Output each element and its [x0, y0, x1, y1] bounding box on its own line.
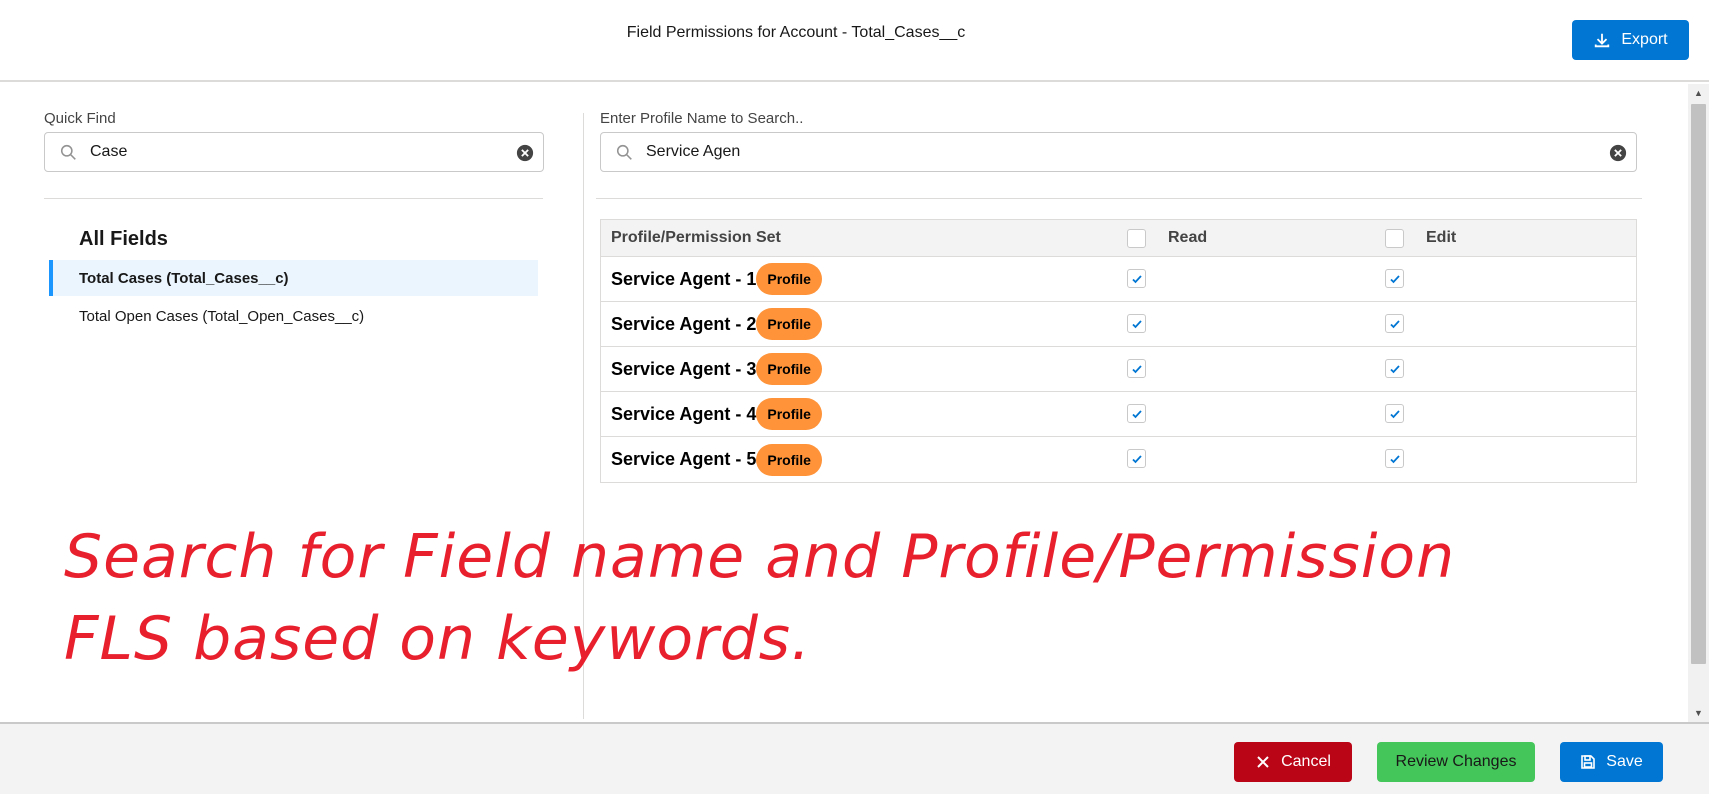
table-header: Profile/Permission Set Read Edit [601, 220, 1636, 257]
column-header-profile: Profile/Permission Set [611, 229, 781, 246]
check-icon [1389, 274, 1400, 283]
profile-name: Service Agent - 4 Profile [611, 392, 822, 436]
edit-checkbox[interactable] [1385, 314, 1404, 333]
profile-name-text: Service Agent - 2 [611, 313, 757, 334]
profile-name: Service Agent - 3 Profile [611, 347, 822, 391]
quick-find-input[interactable] [90, 143, 489, 161]
check-icon [1131, 319, 1142, 328]
check-icon [1131, 454, 1142, 463]
profile-badge: Profile [756, 263, 822, 295]
scroll-thumb[interactable] [1691, 104, 1706, 664]
quick-find-box[interactable] [44, 132, 544, 172]
edit-checkbox[interactable] [1385, 404, 1404, 423]
profile-search-label: Enter Profile Name to Search.. [600, 110, 804, 127]
profile-name: Service Agent - 2 Profile [611, 302, 822, 346]
field-item-total-cases[interactable]: Total Cases (Total_Cases__c) [49, 260, 538, 296]
profile-badge: Profile [756, 443, 822, 476]
edit-checkbox[interactable] [1385, 359, 1404, 378]
annotation-line-2: FLS based on keywords. [64, 604, 812, 674]
profile-search-input[interactable] [646, 143, 1474, 161]
save-icon [1581, 755, 1596, 769]
field-search-panel: Quick Find [44, 110, 544, 172]
check-icon [1131, 274, 1142, 283]
modal-footer: Cancel Review Changes Save [0, 722, 1709, 794]
annotation-line-1: Search for Field name and Profile/Permis… [64, 522, 1456, 592]
profile-name-text: Service Agent - 5 [611, 449, 757, 469]
close-icon [1257, 756, 1269, 768]
divider [596, 198, 1642, 199]
search-icon [60, 144, 76, 160]
profile-name: Service Agent - 5 Profile [611, 437, 822, 482]
cancel-label: Cancel [1281, 753, 1331, 770]
quick-find-label: Quick Find [44, 110, 116, 127]
review-changes-label: Review Changes [1395, 753, 1517, 770]
column-header-edit: Edit [1426, 229, 1457, 246]
read-checkbox[interactable] [1127, 314, 1146, 333]
scrollbar[interactable]: ▲ ▼ [1688, 84, 1709, 722]
table-row: Service Agent - 2 Profile [601, 302, 1636, 347]
profile-name-text: Service Agent - 4 [611, 403, 757, 424]
cancel-button[interactable]: Cancel [1234, 742, 1352, 782]
column-header-read: Read [1168, 229, 1208, 246]
clear-icon[interactable] [1609, 144, 1627, 162]
table-row: Service Agent - 5 Profile [601, 437, 1636, 482]
review-changes-button[interactable]: Review Changes [1377, 742, 1535, 782]
clear-icon[interactable] [516, 144, 534, 162]
search-icon [616, 144, 632, 160]
select-all-edit-checkbox[interactable] [1385, 229, 1404, 248]
select-all-read-checkbox[interactable] [1127, 229, 1146, 248]
tutorial-annotation: Search for Field name and Profile/Permis… [64, 516, 1464, 680]
check-icon [1389, 454, 1400, 463]
profile-name-text: Service Agent - 3 [611, 358, 757, 379]
scroll-up-arrow-icon[interactable]: ▲ [1688, 84, 1709, 102]
divider [44, 198, 543, 199]
check-icon [1131, 409, 1142, 418]
page-title: Field Permissions for Account - Total_Ca… [626, 24, 966, 41]
check-icon [1389, 409, 1400, 418]
profile-badge: Profile [756, 398, 822, 430]
edit-checkbox[interactable] [1385, 449, 1404, 468]
all-fields-heading: All Fields [79, 228, 168, 250]
check-icon [1131, 364, 1142, 373]
save-label: Save [1606, 753, 1643, 770]
profile-name-text: Service Agent - 1 [611, 268, 757, 289]
profile-name: Service Agent - 1 Profile [611, 257, 822, 301]
edit-checkbox[interactable] [1385, 269, 1404, 288]
profile-search-panel: Enter Profile Name to Search.. [600, 110, 1637, 172]
table-row: Service Agent - 4 Profile [601, 392, 1636, 437]
profile-badge: Profile [756, 353, 822, 385]
modal-header: Field Permissions for Account - Total_Ca… [0, 0, 1709, 82]
read-checkbox[interactable] [1127, 269, 1146, 288]
table-row: Service Agent - 1 Profile [601, 257, 1636, 302]
scroll-down-arrow-icon[interactable]: ▼ [1688, 704, 1709, 722]
table-row: Service Agent - 3 Profile [601, 347, 1636, 392]
profile-badge: Profile [756, 308, 822, 340]
permissions-table: Profile/Permission Set Read Edit Service… [600, 219, 1637, 483]
export-button[interactable]: Export [1572, 20, 1689, 60]
export-label: Export [1621, 31, 1668, 48]
check-icon [1389, 364, 1400, 373]
read-checkbox[interactable] [1127, 404, 1146, 423]
read-checkbox[interactable] [1127, 359, 1146, 378]
field-item-total-open-cases[interactable]: Total Open Cases (Total_Open_Cases__c) [49, 298, 538, 334]
profile-search-box[interactable] [600, 132, 1637, 172]
download-icon [1595, 33, 1610, 48]
read-checkbox[interactable] [1127, 449, 1146, 468]
save-button[interactable]: Save [1560, 742, 1663, 782]
check-icon [1389, 319, 1400, 328]
